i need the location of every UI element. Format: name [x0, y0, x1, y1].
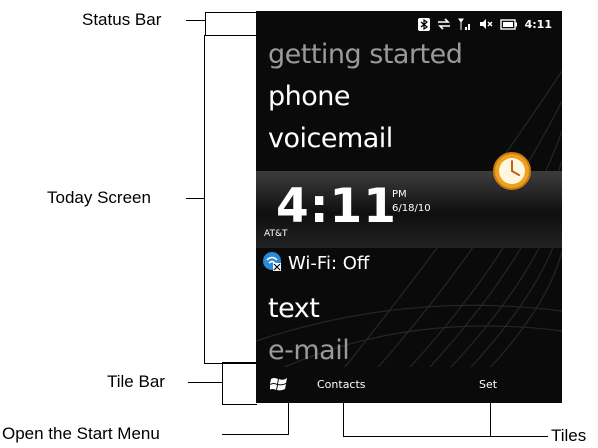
- open-start-menu-callout: Open the Start Menu: [2, 424, 160, 443]
- status-bar-bracket: [205, 12, 256, 36]
- menu-item-voicemail[interactable]: voicemail: [268, 123, 393, 154]
- tiles-leader-left-v: [343, 403, 344, 437]
- speaker-muted-icon: [479, 18, 493, 30]
- start-menu-leader-h: [222, 434, 288, 435]
- status-bar-callout: Status Bar: [82, 10, 162, 29]
- tile-set[interactable]: Set: [479, 378, 497, 391]
- wifi-status-label: Wi-Fi: Off: [288, 253, 370, 274]
- tile-bar-callout: Tile Bar: [107, 372, 165, 391]
- signal-strength-icon: [457, 18, 472, 31]
- battery-charging-icon: [499, 18, 518, 30]
- clock-time: 4:11: [276, 179, 397, 234]
- tiles-leader-tail: [490, 436, 548, 437]
- tiles-callout: Tiles: [551, 426, 587, 445]
- status-bar: 4:11: [256, 11, 562, 37]
- menu-item-getting-started[interactable]: getting started: [268, 39, 463, 70]
- today-screen-bracket: [204, 35, 257, 364]
- tile-contacts[interactable]: Contacts: [317, 378, 366, 391]
- menu-item-text[interactable]: text: [268, 293, 320, 324]
- tile-bar-leader: [188, 382, 222, 383]
- windows-logo-icon[interactable]: [270, 376, 288, 392]
- menu-item-e-mail[interactable]: e-mail: [268, 335, 350, 366]
- clock-ampm: PM: [392, 189, 407, 200]
- start-menu-leader-v: [288, 403, 289, 435]
- clock-date: 6/18/10: [392, 203, 431, 214]
- status-time: 4:11: [524, 17, 552, 31]
- analog-clock-icon: [493, 152, 531, 190]
- carrier-name: AT&T: [264, 229, 288, 239]
- wifi-off-icon: [262, 251, 282, 276]
- tile-bar-bracket: [222, 362, 257, 405]
- today-screen-callout: Today Screen: [47, 188, 151, 207]
- tiles-leader-right-v: [490, 403, 491, 437]
- tile-bar: [256, 367, 562, 403]
- data-transfer-icon: [437, 18, 451, 30]
- today-screen-leader: [186, 198, 204, 199]
- phone-screen: 4:11 getting started phone voicemail 4:1…: [256, 11, 562, 403]
- wifi-status[interactable]: Wi-Fi: Off: [262, 251, 369, 276]
- bluetooth-icon: [417, 17, 430, 31]
- menu-item-phone[interactable]: phone: [268, 81, 351, 112]
- status-bar-leader: [186, 20, 206, 21]
